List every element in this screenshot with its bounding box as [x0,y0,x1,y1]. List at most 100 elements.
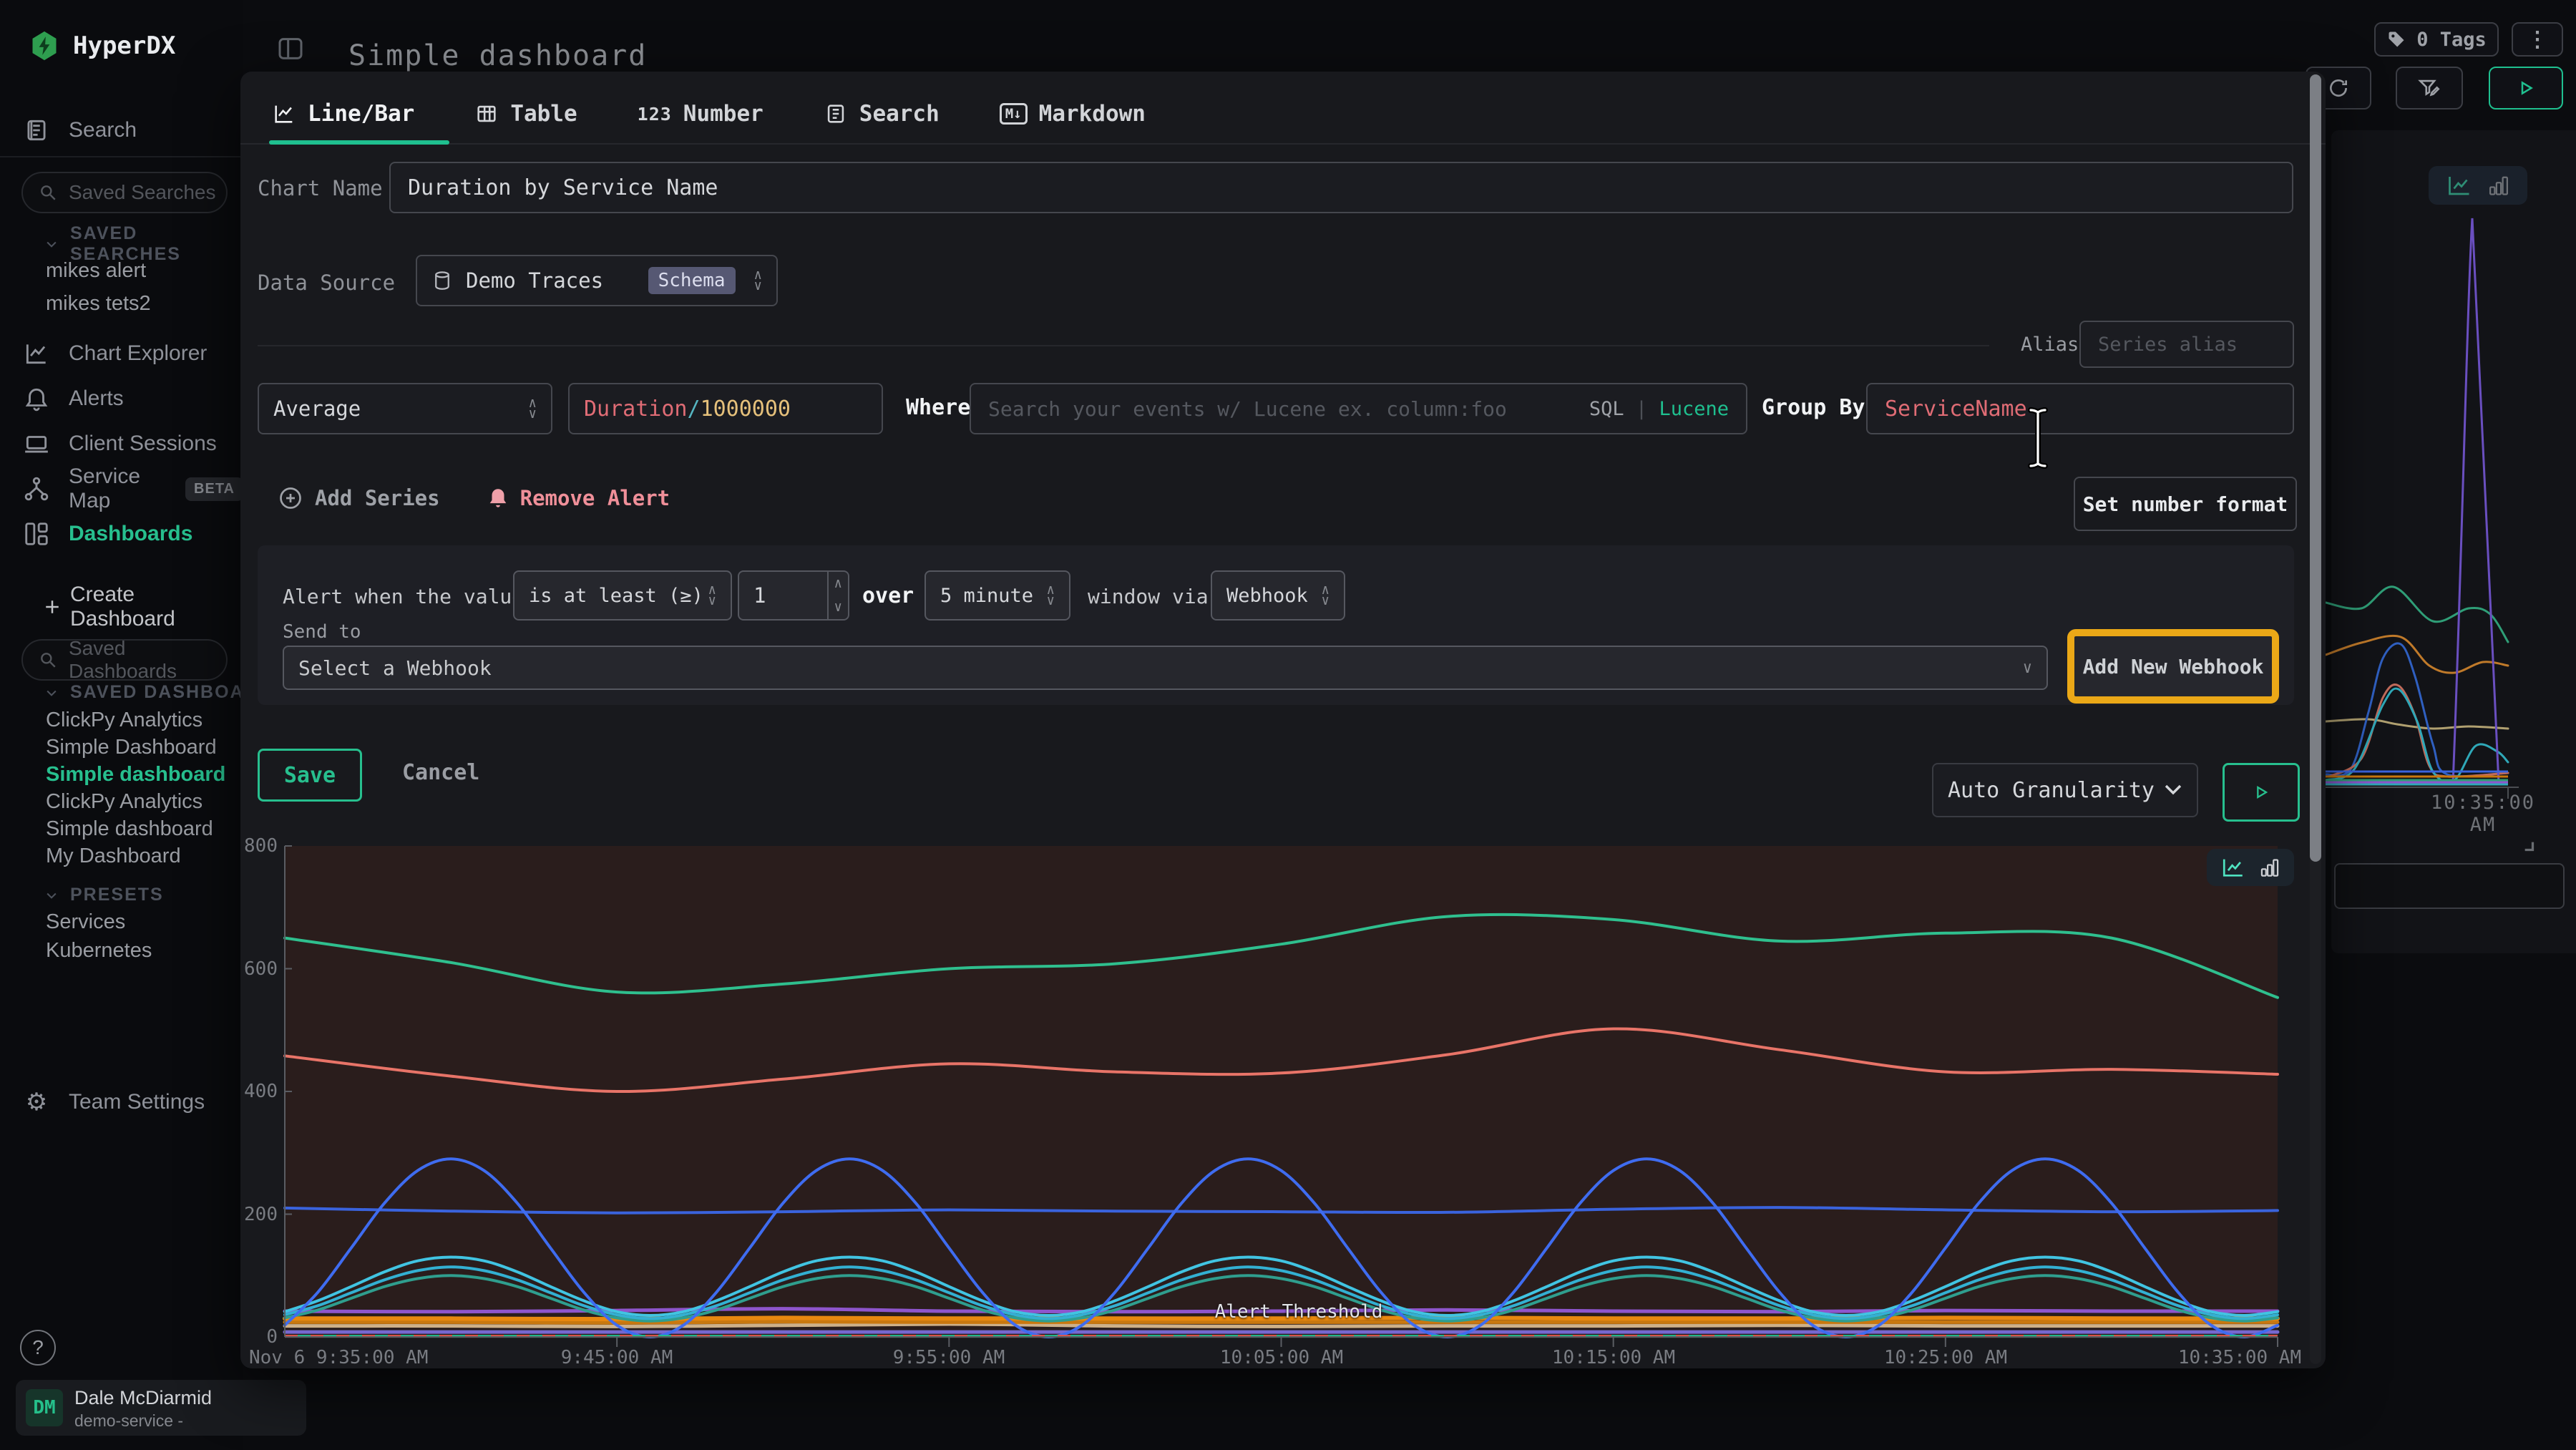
modal-scrollbar-thumb[interactable] [2310,74,2321,862]
play-icon [2251,782,2271,802]
saved-dashboards-input[interactable]: Saved Dashboards [21,639,228,681]
webhook-select[interactable]: Select a Webhook ∨ [283,646,2048,690]
sidebar-item-search[interactable]: Search [0,110,243,150]
run-query-button[interactable] [2489,67,2563,110]
modal-scrollbar[interactable] [2310,74,2321,1364]
filter-button[interactable] [2396,67,2463,110]
alert-threshold-input[interactable]: 1 ∧∨ [738,570,849,621]
sidebar-item-chart-explorer[interactable]: Chart Explorer [0,334,243,374]
query-language-toggle[interactable]: SQL | Lucene [1589,398,1729,420]
aggregation-select[interactable]: Average ∧∨ [258,383,552,434]
save-button[interactable]: Save [258,749,362,802]
user-subtitle: demo-service - [74,1411,183,1431]
x-tick: 10:25:00 AM [1884,1347,2007,1368]
line-chart-icon [272,102,296,126]
sidebar-toggle-button[interactable] [276,34,305,63]
data-source-select[interactable]: Demo Traces Schema ∧∨ [416,255,778,306]
preset-item[interactable]: Services [46,910,239,934]
hyperdx-logo-icon [29,30,60,62]
run-chart-button[interactable] [2223,763,2300,822]
group-by-value: ServiceName [1885,396,2027,422]
chart-type-tabs: Line/Bar Table 123 Number Search M↓ Mark… [272,87,1146,140]
dashboard-item-active[interactable]: Simple dashboard [46,763,239,787]
sidebar-item-dashboards[interactable]: Dashboards [0,514,243,554]
lucene-option[interactable]: Lucene [1659,398,1729,420]
group-by-input[interactable]: ServiceName [1866,383,2294,434]
granularity-select[interactable]: Auto Granularity [1932,763,2198,817]
chevron-down-icon [2164,784,2182,797]
add-series-button[interactable]: Add Series [278,485,440,511]
sidebar: HyperDX Search Saved Searches SAVED SEAR… [0,0,243,1450]
background-chart-type-toggle[interactable] [2429,166,2527,205]
dashboard-item[interactable]: Simple dashboard [46,817,239,841]
help-button[interactable]: ? [20,1330,56,1366]
where-input[interactable]: Search your events w/ Lucene ex. column:… [970,383,1747,434]
tags-label: 0 Tags [2416,29,2487,51]
chart-type-toggle[interactable] [2207,849,2294,886]
alert-via-label: window via [1088,585,1209,608]
expression-field: Duration [584,396,688,422]
group-by-label: Group By [1762,395,1865,420]
tab-table[interactable]: Table [474,101,577,127]
where-label: Where [906,395,970,420]
alert-threshold-label: Alert Threshold [1191,1301,1406,1323]
magnifier-icon [39,183,57,202]
sidebar-item-service-map[interactable]: Service Map BETA [0,469,243,509]
alias-label: Alias [2021,334,2079,356]
line-chart-icon [23,340,50,367]
avatar: DM [26,1389,63,1426]
markdown-icon: M↓ [1000,103,1028,125]
dashboard-item[interactable]: Simple Dashboard [46,736,239,759]
play-icon [2515,77,2537,99]
tab-markdown[interactable]: M↓ Markdown [1000,101,1146,127]
main-plot[interactable] [285,846,2278,1337]
alert-over-label: over [862,583,914,608]
sidebar-item-team-settings[interactable]: ⚙ Team Settings [0,1082,243,1122]
alert-channel-select[interactable]: Webhook∧∨ [1211,570,1345,621]
y-tick-600: 600 [240,958,278,980]
chart-name-input[interactable]: Duration by Service Name [389,162,2293,213]
set-number-format-button[interactable]: Set number format [2074,477,2297,531]
saved-searches-input[interactable]: Saved Searches [21,172,228,213]
sql-option[interactable]: SQL [1589,398,1624,420]
expression-number: 1000000 [701,396,791,422]
tab-number[interactable]: 123 Number [638,101,763,127]
chevron-down-icon: ∨ [2023,659,2032,677]
saved-search-item[interactable]: mikes alert [46,259,239,283]
tab-search[interactable]: Search [824,101,940,127]
data-source-label: Data Source [258,271,395,295]
brand[interactable]: HyperDX [29,30,175,62]
user-chip[interactable]: DM Dale McDiarmid demo-service - [16,1380,306,1436]
dashboard-item[interactable]: My Dashboard [46,845,239,868]
chart-name-value: Duration by Service Name [408,175,718,200]
alert-comparator-select[interactable]: is at least (≥)∧∨ [513,570,732,621]
sidebar-item-label: Search [69,118,137,142]
dashboard-item[interactable]: ClickPy Analytics [46,709,239,732]
chevron-down-icon [44,888,59,902]
tags-button[interactable]: 0 Tags [2374,22,2499,57]
cancel-button[interactable]: Cancel [402,760,479,785]
resize-handle-icon[interactable] [2519,836,2537,855]
add-new-webhook-button[interactable]: Add New Webhook [2067,629,2279,704]
sidebar-item-client-sessions[interactable]: Client Sessions [0,424,243,464]
number-stepper[interactable]: ∧∨ [827,572,848,619]
table-icon [474,102,499,126]
alias-input[interactable]: Series alias [2079,321,2294,368]
x-tick: 9:55:00 AM [893,1347,1005,1368]
saved-search-item[interactable]: mikes tets2 [46,292,239,316]
plus-icon [42,596,63,618]
expression-operator: / [688,396,701,422]
alert-window-select[interactable]: 5 minute∧∨ [924,570,1070,621]
background-chart [2326,200,2576,802]
tab-line-bar[interactable]: Line/Bar [272,101,414,127]
active-tab-underline [269,140,449,145]
preset-item[interactable]: Kubernetes [46,939,239,963]
chevron-down-icon [44,686,59,700]
presets-header[interactable]: PRESETS [44,885,164,905]
expression-input[interactable]: Duration/1000000 [568,383,883,434]
remove-alert-button[interactable]: Remove Alert [486,486,670,510]
dashboard-item[interactable]: ClickPy Analytics [46,790,239,814]
more-options-button[interactable]: ⋮ [2512,22,2563,57]
sidebar-item-alerts[interactable]: Alerts [0,379,243,419]
create-dashboard-button[interactable]: Create Dashboard [0,587,243,627]
